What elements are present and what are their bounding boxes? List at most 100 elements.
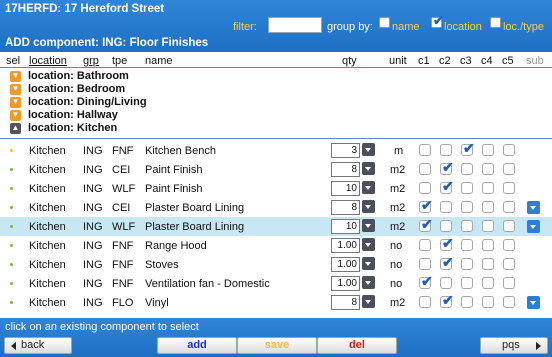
qty-dropdown-icon[interactable] <box>362 143 375 156</box>
table-row[interactable]: Kitchen ING CEI Paint Finish 8 m2 ✔ <box>0 159 552 179</box>
qty-input[interactable]: 8 <box>331 162 360 177</box>
c5-checkbox[interactable] <box>503 220 515 232</box>
table-row[interactable]: Kitchen ING FNF Kitchen Bench 3 m ✔ <box>0 140 552 160</box>
c4-checkbox[interactable] <box>482 163 494 175</box>
table-row[interactable]: Kitchen ING WLF Plaster Board Lining 10 m2 ✔ <box>0 216 552 236</box>
qty-input[interactable]: 10 <box>331 219 360 234</box>
c3-checkbox[interactable]: ✔ <box>461 140 475 156</box>
c5-checkbox[interactable] <box>503 201 515 213</box>
c1-checkbox[interactable]: ✔ <box>419 216 433 232</box>
group-header[interactable]: ▼ location: Dining/Living <box>10 96 210 110</box>
c4-checkbox[interactable] <box>482 258 494 270</box>
c4-checkbox[interactable] <box>482 277 494 289</box>
add-button[interactable]: add <box>157 337 237 354</box>
qty-dropdown-icon[interactable] <box>362 276 375 289</box>
qty-dropdown-icon[interactable] <box>362 219 375 232</box>
c3-checkbox[interactable] <box>461 220 473 232</box>
qty-input[interactable]: 8 <box>331 295 360 310</box>
c2-checkbox[interactable] <box>440 144 452 156</box>
c2-checkbox[interactable]: ✔ <box>440 178 454 194</box>
qty-dropdown-icon[interactable] <box>362 257 375 270</box>
c4-checkbox[interactable] <box>482 296 494 308</box>
c1-checkbox[interactable] <box>419 163 431 175</box>
c2-checkbox[interactable] <box>440 220 452 232</box>
c1-checkbox[interactable] <box>419 258 431 270</box>
c1-checkbox[interactable] <box>419 182 431 194</box>
group-by-loc-type-checkbox[interactable] <box>490 17 501 28</box>
c4-checkbox[interactable] <box>482 201 494 213</box>
collapse-icon[interactable]: ▲ <box>10 123 21 134</box>
c2-checkbox[interactable] <box>440 201 452 213</box>
qty-input[interactable]: 1.00 <box>331 276 360 291</box>
col-location[interactable]: location <box>29 55 67 67</box>
c1-checkbox[interactable]: ✔ <box>419 197 433 213</box>
c4-checkbox[interactable] <box>482 182 494 194</box>
table-row[interactable]: Kitchen ING FLO Vinyl 8 m2 ✔ <box>0 292 552 312</box>
col-grp[interactable]: grp <box>83 55 99 67</box>
table-row[interactable]: Kitchen ING FNF Ventilation fan - Domestic 1… <box>0 273 552 293</box>
qty-dropdown-icon[interactable] <box>362 295 375 308</box>
c1-checkbox[interactable] <box>419 239 431 251</box>
group-header[interactable]: ▼ location: Bathroom <box>10 70 210 84</box>
c5-checkbox[interactable] <box>503 144 515 156</box>
c3-checkbox[interactable] <box>461 258 473 270</box>
footer-bar: click on an existing component to select… <box>0 318 552 357</box>
qty-input[interactable]: 10 <box>331 181 360 196</box>
c4-checkbox[interactable] <box>482 220 494 232</box>
group-by-name-checkbox[interactable] <box>379 17 390 28</box>
c2-checkbox[interactable]: ✔ <box>440 159 454 175</box>
c1-checkbox[interactable]: ✔ <box>419 273 433 289</box>
c1-checkbox[interactable] <box>419 296 431 308</box>
c1-checkbox[interactable] <box>419 144 431 156</box>
qty-input[interactable]: 8 <box>331 200 360 215</box>
back-button[interactable]: back <box>4 337 72 354</box>
c3-checkbox[interactable] <box>461 277 473 289</box>
table-row[interactable]: Kitchen ING FNF Stoves 1.00 no ✔ <box>0 254 552 274</box>
c3-checkbox[interactable] <box>461 296 473 308</box>
qty-input[interactable]: 3 <box>331 143 360 158</box>
table-row[interactable]: Kitchen ING CEI Plaster Board Lining 8 m2 ✔ <box>0 197 552 217</box>
c5-checkbox[interactable] <box>503 239 515 251</box>
delete-button[interactable]: del <box>317 337 397 354</box>
qty-dropdown-icon[interactable] <box>362 200 375 213</box>
c4-checkbox[interactable] <box>482 239 494 251</box>
sub-dropdown-icon[interactable] <box>527 296 540 309</box>
sub-dropdown-icon[interactable] <box>527 201 540 214</box>
col-sel: sel <box>6 55 21 67</box>
c3-checkbox[interactable] <box>461 182 473 194</box>
group-by-location-checkbox[interactable]: ✔ <box>431 14 444 28</box>
expand-icon[interactable]: ▼ <box>10 110 21 121</box>
expand-icon[interactable]: ▼ <box>10 97 21 108</box>
c4-checkbox[interactable] <box>482 144 494 156</box>
qty-dropdown-icon[interactable] <box>362 181 375 194</box>
qty-dropdown-icon[interactable] <box>362 238 375 251</box>
c5-checkbox[interactable] <box>503 296 515 308</box>
save-button[interactable]: save <box>237 337 317 354</box>
filter-input[interactable] <box>268 17 322 33</box>
table-row[interactable]: Kitchen ING FNF Range Hood 1.00 no ✔ <box>0 235 552 255</box>
qty-dropdown-icon[interactable] <box>362 162 375 175</box>
table-row[interactable]: Kitchen ING WLF Paint Finish 10 m2 ✔ <box>0 178 552 198</box>
c2-checkbox[interactable]: ✔ <box>440 292 454 308</box>
qty-input[interactable]: 1.00 <box>331 238 360 253</box>
c3-checkbox[interactable] <box>461 163 473 175</box>
cell-location: Kitchen <box>29 183 66 195</box>
c2-checkbox[interactable]: ✔ <box>440 254 454 270</box>
expand-icon[interactable]: ▼ <box>10 84 21 95</box>
qty-input[interactable]: 1.00 <box>331 257 360 272</box>
c2-checkbox[interactable]: ✔ <box>440 235 454 251</box>
sub-dropdown-icon[interactable] <box>527 220 540 233</box>
group-header[interactable]: ▼ location: Hallway <box>10 109 210 123</box>
c2-checkbox[interactable] <box>440 277 452 289</box>
group-header[interactable]: ▲ location: Kitchen <box>10 122 210 136</box>
c5-checkbox[interactable] <box>503 163 515 175</box>
c5-checkbox[interactable] <box>503 277 515 289</box>
checkmark-icon: ✔ <box>442 254 454 270</box>
c5-checkbox[interactable] <box>503 258 515 270</box>
c3-checkbox[interactable] <box>461 239 473 251</box>
c3-checkbox[interactable] <box>461 201 473 213</box>
expand-icon[interactable]: ▼ <box>10 71 21 82</box>
c5-checkbox[interactable] <box>503 182 515 194</box>
group-header[interactable]: ▼ location: Bedroom <box>10 83 210 97</box>
pqs-button[interactable]: pqs <box>480 337 548 354</box>
